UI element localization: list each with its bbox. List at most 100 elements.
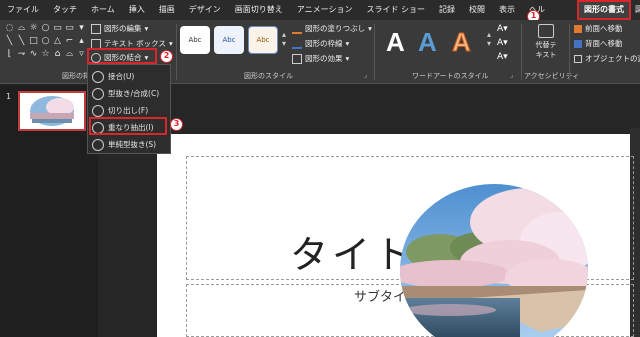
chevron-down-icon: ▾	[144, 53, 149, 62]
text-fill-icon[interactable]: A▾	[497, 24, 508, 34]
edit-shape-button[interactable]: 図形の編集 ▾	[91, 23, 148, 34]
shape-callout-icon[interactable]: ⌂	[52, 48, 63, 60]
shape-circle-icon[interactable]: ○	[40, 22, 51, 34]
wordart-black-a[interactable]: A	[386, 26, 405, 58]
tab-animations[interactable]: アニメーション	[290, 0, 360, 20]
menu-item-fragment[interactable]: 切り出し(F)	[92, 103, 148, 118]
shapes-gallery[interactable]: ◌ ⌓ ☼ ○ ▭ ▭ ▾ ╲ ╲ □ ○ △ ⌐ ▴ ⌊ ⇁ ∿ ☆ ⌂ ⌓ …	[4, 22, 84, 62]
edit-shape-label: 図形の編集	[104, 24, 142, 33]
alt-text-label-1: 代替テ	[535, 41, 557, 49]
slide-number: 1	[6, 92, 12, 101]
shape-textbox-icon[interactable]: ▭	[52, 22, 63, 34]
tab-slideshow[interactable]: スライド ショー	[359, 0, 432, 20]
step-2-badge: 2	[160, 50, 173, 63]
pen-icon	[292, 39, 302, 49]
dialog-launcher-icon[interactable]: ⌟	[510, 71, 513, 79]
shape-styles-group-label: 図形のスタイル	[244, 72, 293, 80]
shape-scroll-icon[interactable]: ▴	[76, 35, 87, 47]
wordart-orange-a[interactable]: A	[452, 26, 472, 58]
slide-thumbnail-1[interactable]	[18, 91, 86, 131]
tab-picture-format[interactable]: 図の形式	[631, 0, 640, 20]
merge-shapes-menu: 接合(U) 型抜き/合成(C) 切り出し(F) 重なり抽出(I) 単純型抜き(S…	[87, 64, 171, 154]
text-box-icon	[91, 38, 101, 49]
shape-curve-icon[interactable]: ∿	[28, 48, 39, 60]
chevron-down-icon: ▾	[368, 24, 372, 33]
send-backward-icon	[574, 39, 582, 48]
menu-item-fragment-label: 切り出し(F)	[108, 106, 149, 115]
shape-arrow-line-icon[interactable]: ╲	[16, 35, 27, 47]
slide-subtitle[interactable]: サブタイ	[354, 286, 406, 305]
shape-lasso2-icon[interactable]: ⌓	[16, 22, 27, 34]
shape-rect-icon[interactable]: ▭	[64, 22, 75, 34]
wordart-gallery-more-icon[interactable]: ▴ ▾	[487, 30, 491, 48]
edit-shape-icon	[91, 23, 101, 34]
menu-item-subtract[interactable]: 単純型抜き(S)	[92, 137, 156, 152]
shape-brace-icon[interactable]: ☆	[40, 48, 51, 60]
effects-icon	[292, 53, 302, 64]
tab-shape-format[interactable]: 図形の書式	[577, 0, 631, 20]
shape-star-icon[interactable]: ☼	[28, 22, 39, 34]
intersect-highlight	[89, 117, 167, 135]
divider	[569, 24, 570, 80]
shape-fill-button[interactable]: 図形の塗りつぶし ▾	[292, 23, 372, 34]
shape-triangle-icon[interactable]: △	[52, 35, 63, 47]
step-3-badge: 3	[170, 118, 183, 131]
tab-review[interactable]: 校閲	[462, 0, 492, 20]
shape-style-preset-1[interactable]: Abc	[180, 26, 210, 54]
tab-home[interactable]: ホーム	[84, 0, 122, 20]
tab-touch[interactable]: タッチ	[46, 0, 84, 20]
merge-shapes-button[interactable]: 図形の結合 ▾	[91, 52, 148, 63]
shape-effects-label: 図形の効果	[305, 54, 343, 63]
alt-text-button[interactable]: 代替テ キスト	[532, 24, 560, 60]
menu-item-subtract-label: 単純型抜き(S)	[108, 140, 157, 149]
menu-item-combine[interactable]: 型抜き/合成(C)	[92, 86, 159, 101]
chevron-down-icon: ▾	[345, 54, 350, 63]
shape-rectangle-icon[interactable]: □	[28, 35, 39, 47]
menu-item-union-label: 接合(U)	[108, 72, 135, 81]
shape-elbow-icon[interactable]: ⌊	[4, 48, 15, 60]
tab-design[interactable]: デザイン	[182, 0, 228, 20]
shape-oval-icon[interactable]: ○	[40, 35, 51, 47]
slide-title[interactable]: タイト	[290, 224, 416, 279]
combine-icon	[92, 87, 104, 100]
shape-dash-icon[interactable]: ⌐	[64, 35, 75, 47]
shape-bent-arrow-icon[interactable]: ⇁	[16, 48, 27, 60]
paint-bucket-icon	[292, 24, 302, 34]
shape-style-preset-2[interactable]: Abc	[214, 26, 244, 54]
shape-line-icon[interactable]: ╲	[4, 35, 15, 47]
selection-pane-button[interactable]: オブジェクトの選択	[574, 53, 640, 64]
shape-style-preset-3[interactable]: Abc	[248, 26, 278, 54]
tab-file[interactable]: ファイル	[0, 0, 46, 20]
send-backward-button[interactable]: 背面へ移動	[574, 38, 623, 49]
shape-arc-icon[interactable]: ⌓	[64, 48, 75, 60]
wordart-blue-a[interactable]: A	[418, 26, 437, 58]
thumbnail-preview	[20, 93, 84, 129]
text-outline-icon[interactable]: A▾	[497, 38, 508, 48]
divider	[521, 24, 522, 80]
shape-outline-button[interactable]: 図形の枠線 ▾	[292, 38, 349, 49]
menu-item-union[interactable]: 接合(U)	[92, 69, 134, 84]
dialog-launcher-icon[interactable]: ⌟	[364, 71, 367, 79]
shape-lasso-icon[interactable]: ◌	[4, 22, 15, 34]
tab-insert[interactable]: 挿入	[122, 0, 152, 20]
accessibility-group-label: アクセシビリティ	[524, 72, 580, 80]
shape-more-icon[interactable]: ▾	[76, 22, 87, 34]
tab-transitions[interactable]: 画面切り替え	[228, 0, 290, 20]
divider	[176, 24, 177, 80]
tab-draw[interactable]: 描画	[152, 0, 182, 20]
fragment-icon	[92, 104, 104, 117]
bring-forward-button[interactable]: 前面へ移動	[574, 23, 623, 34]
cherry-blossom-picture[interactable]	[400, 182, 588, 337]
style-gallery-more-icon[interactable]: ▴ ▾	[282, 30, 286, 48]
text-effects-icon[interactable]: A▾	[497, 52, 508, 62]
bring-forward-label: 前面へ移動	[585, 24, 623, 33]
shape-effects-button[interactable]: 図形の効果 ▾	[292, 53, 349, 64]
union-icon	[92, 70, 104, 83]
chevron-down-icon: ▾	[345, 39, 350, 48]
shape-expand-icon[interactable]: ▿	[76, 48, 87, 60]
tab-view[interactable]: 表示	[492, 0, 522, 20]
alt-text-icon	[538, 24, 554, 38]
send-backward-label: 背面へ移動	[585, 39, 623, 48]
tab-record[interactable]: 記録	[432, 0, 462, 20]
chevron-down-icon: ▾	[168, 39, 173, 48]
